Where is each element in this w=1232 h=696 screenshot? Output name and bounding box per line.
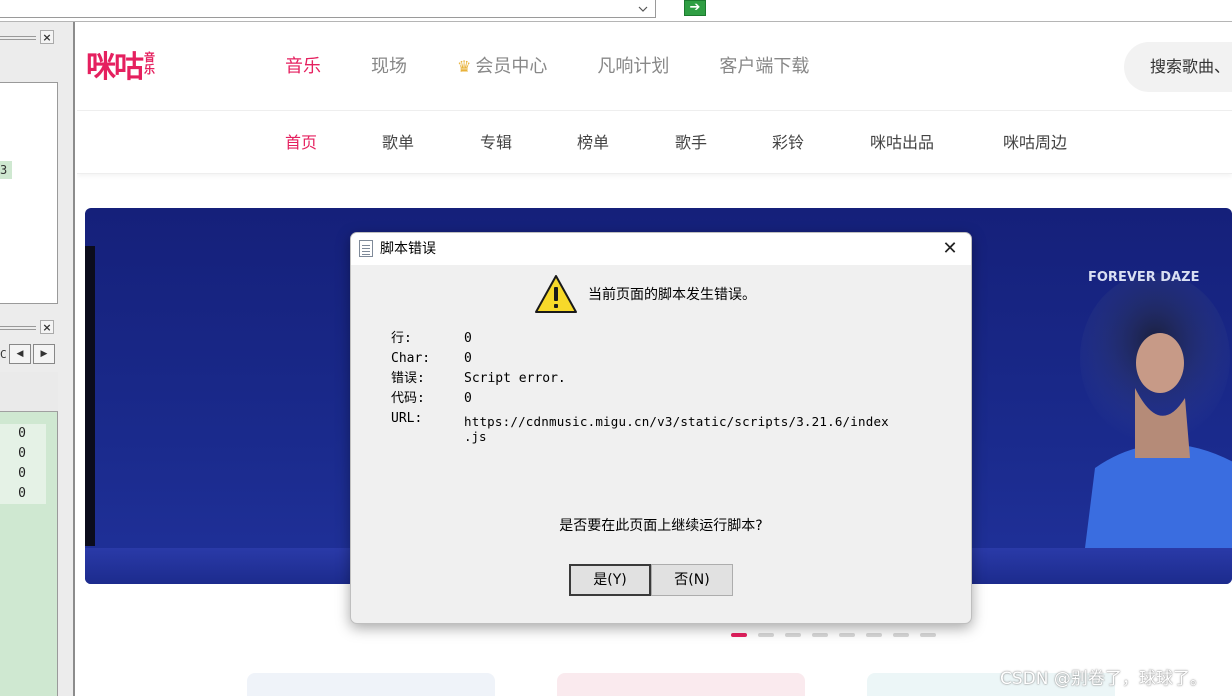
left-debug-panel: × 3 × C ◀ ▶ 0 0 0 0 <box>0 22 75 696</box>
csdn-watermark: CSDN @别卷了，球球了。 <box>1000 669 1207 689</box>
pagination-dot[interactable] <box>893 633 909 637</box>
no-button[interactable]: 否(N) <box>651 564 733 596</box>
close-icon[interactable]: ✕ <box>939 239 961 259</box>
sub-nav: 首页 歌单 专辑 榜单 歌手 彩铃 咪咕出品 咪咕周边 <box>77 110 1232 174</box>
banner-pagination <box>731 633 947 639</box>
pane-nav-row: C ◀ ▶ <box>0 344 58 366</box>
chevron-down-icon[interactable] <box>632 0 654 17</box>
close-icon[interactable]: × <box>40 320 54 334</box>
detail-label-char: Char: <box>391 351 431 366</box>
script-error-dialog: 脚本错误 ✕ 当前页面的脚本发生错误。 行: 0 Char: 0 错误: Scr… <box>350 232 972 624</box>
highlighted-line-number: 3 <box>0 161 12 179</box>
detail-value-error: Script error. <box>464 371 566 386</box>
nav-live[interactable]: 现场 <box>371 54 407 80</box>
subnav-albums[interactable]: 专辑 <box>480 131 512 155</box>
warning-icon <box>535 275 577 313</box>
detail-value-char: 0 <box>464 351 472 366</box>
value-cell: 0 <box>18 486 26 501</box>
main-nav: 音乐 现场 ♛ 会员中心 凡响计划 客户端下载 <box>285 54 859 80</box>
subnav-playlists[interactable]: 歌单 <box>382 131 414 155</box>
pagination-dot[interactable] <box>839 633 855 637</box>
detail-value-url-cont: .js <box>464 429 487 444</box>
panel-header-bottom: × <box>0 320 60 336</box>
pagination-dot[interactable] <box>785 633 801 637</box>
browser-toolbar: ➔ <box>0 0 1232 22</box>
detail-label-line: 行: <box>391 331 412 346</box>
feature-card[interactable] <box>247 673 495 696</box>
banner-artist-name: FOREVER DAZE <box>1088 270 1200 285</box>
migu-logo[interactable]: 咪咕 音 乐 <box>86 44 155 85</box>
dialog-title: 脚本错误 <box>380 241 436 257</box>
continue-question: 是否要在此页面上继续运行脚本? <box>559 518 763 534</box>
detail-value-url: https://cdnmusic.migu.cn/v3/static/scrip… <box>464 414 889 429</box>
banner-left-edge <box>85 246 95 546</box>
arrow-right-icon[interactable]: ▶ <box>33 344 55 364</box>
green-arrow-icon[interactable]: ➔ <box>684 0 706 16</box>
detail-label-code: 代码: <box>391 391 425 406</box>
locals-header <box>0 372 58 412</box>
panel-header-top: × <box>0 30 60 46</box>
logo-sub-2: 乐 <box>144 63 155 76</box>
pagination-dot[interactable] <box>731 633 747 637</box>
detail-label-error: 错误: <box>391 371 425 386</box>
nav-prefix: C <box>0 348 7 361</box>
pagination-dot[interactable] <box>866 633 882 637</box>
yes-button[interactable]: 是(Y) <box>569 564 651 596</box>
subnav-singers[interactable]: 歌手 <box>675 131 707 155</box>
subnav-home[interactable]: 首页 <box>285 131 317 155</box>
error-message: 当前页面的脚本发生错误。 <box>588 287 756 303</box>
drag-grip-icon[interactable] <box>0 36 36 40</box>
feature-card[interactable] <box>557 673 805 696</box>
subnav-migu-produced[interactable]: 咪咕出品 <box>870 131 934 155</box>
value-cell: 0 <box>18 426 26 441</box>
nav-member-center[interactable]: ♛ 会员中心 <box>457 54 547 80</box>
arrow-left-icon[interactable]: ◀ <box>9 344 31 364</box>
dialog-titlebar[interactable]: 脚本错误 ✕ <box>351 233 971 265</box>
detail-value-line: 0 <box>464 331 472 346</box>
crown-icon: ♛ <box>457 57 472 76</box>
document-icon <box>359 240 373 257</box>
drag-grip-icon[interactable] <box>0 326 36 330</box>
address-bar[interactable] <box>0 0 656 18</box>
locals-pane[interactable]: 0 0 0 0 <box>0 372 58 696</box>
logo-text: 咪咕 <box>86 50 144 85</box>
pagination-dot[interactable] <box>812 633 828 637</box>
source-pane[interactable]: 3 <box>0 82 58 304</box>
close-icon[interactable]: × <box>40 30 54 44</box>
subnav-migu-merch[interactable]: 咪咕周边 <box>1003 131 1067 155</box>
locals-values: 0 0 0 0 <box>0 424 46 504</box>
detail-label-url: URL: <box>391 411 423 426</box>
value-cell: 0 <box>18 466 26 481</box>
search-input[interactable]: 搜索歌曲、 <box>1124 42 1232 92</box>
nav-fanxiang[interactable]: 凡响计划 <box>597 54 669 80</box>
value-cell: 0 <box>18 446 26 461</box>
subnav-charts[interactable]: 榜单 <box>577 131 609 155</box>
nav-music[interactable]: 音乐 <box>285 54 321 80</box>
detail-value-code: 0 <box>464 391 472 406</box>
nav-client-download[interactable]: 客户端下载 <box>719 54 809 80</box>
subnav-ringtones[interactable]: 彩铃 <box>772 131 804 155</box>
pagination-dot[interactable] <box>920 633 936 637</box>
pagination-dot[interactable] <box>758 633 774 637</box>
logo-subtext: 音 乐 <box>144 52 155 76</box>
nav-member-label: 会员中心 <box>475 56 548 77</box>
